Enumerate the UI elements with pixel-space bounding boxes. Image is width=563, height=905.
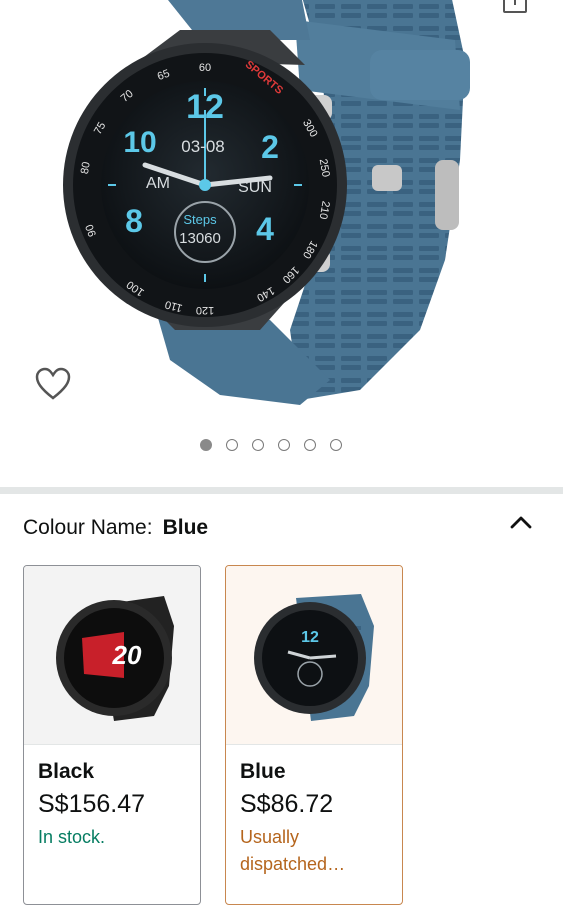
- face-date: 03-08: [181, 137, 224, 156]
- section-divider: [0, 487, 563, 494]
- face-hour-4: 4: [256, 211, 274, 247]
- option-availability: In stock.: [38, 827, 106, 847]
- carousel-dot[interactable]: [226, 439, 238, 451]
- product-image-gallery[interactable]: 12 2 4 8 10 03-08 AM SUN Steps 13060 SPO…: [0, 0, 563, 487]
- chevron-up-icon[interactable]: [508, 512, 534, 532]
- option-price: S$156.47: [38, 790, 146, 818]
- carousel-dot[interactable]: [252, 439, 264, 451]
- variant-label: Colour Name:: [23, 516, 153, 539]
- watch-product-image: 12 2 4 8 10 03-08 AM SUN Steps 13060 SPO…: [63, 0, 470, 405]
- option-price: S$86.72: [240, 790, 334, 818]
- face-steps-label: Steps: [183, 212, 217, 227]
- face-hour-12: 12: [186, 88, 224, 126]
- variant-option-blue[interactable]: 12 Blue S$86.72 Usually dispatched…: [225, 565, 403, 905]
- variant-selected-value: Blue: [162, 516, 209, 539]
- bezel-number: 80: [79, 161, 93, 175]
- bezel-number: 120: [196, 304, 214, 316]
- option-name: Blue: [240, 760, 286, 783]
- heart-outline-icon[interactable]: [34, 366, 72, 402]
- face-hour-2: 2: [261, 129, 279, 165]
- bezel-number: 60: [199, 62, 211, 74]
- carousel-dot[interactable]: [330, 439, 342, 451]
- face-am: AM: [146, 175, 170, 192]
- blue-watch-thumbnail: 12: [254, 594, 374, 721]
- carousel-indicator: [200, 439, 342, 451]
- carousel-dot[interactable]: [200, 439, 212, 451]
- face-hour-8: 8: [125, 203, 143, 239]
- variant-option-black[interactable]: 20 Black S$156.47 In stock.: [23, 565, 201, 905]
- share-icon[interactable]: [500, 0, 530, 18]
- variant-thumbnail: 20: [24, 566, 200, 745]
- option-name: Black: [38, 760, 95, 783]
- black-watch-thumbnail: 20: [56, 596, 174, 721]
- option-availability: Usually dispatched…: [240, 827, 346, 874]
- face-hour-10: 10: [123, 126, 156, 159]
- carousel-dot[interactable]: [304, 439, 316, 451]
- variant-heading: Colour Name: Blue: [23, 514, 543, 542]
- carousel-dot[interactable]: [278, 439, 290, 451]
- face-steps-value: 13060: [179, 230, 221, 247]
- black-face-number: 20: [112, 640, 142, 670]
- face-day: SUN: [238, 179, 272, 196]
- variant-thumbnail: 12: [226, 566, 402, 745]
- blue-face-number: 12: [301, 629, 319, 646]
